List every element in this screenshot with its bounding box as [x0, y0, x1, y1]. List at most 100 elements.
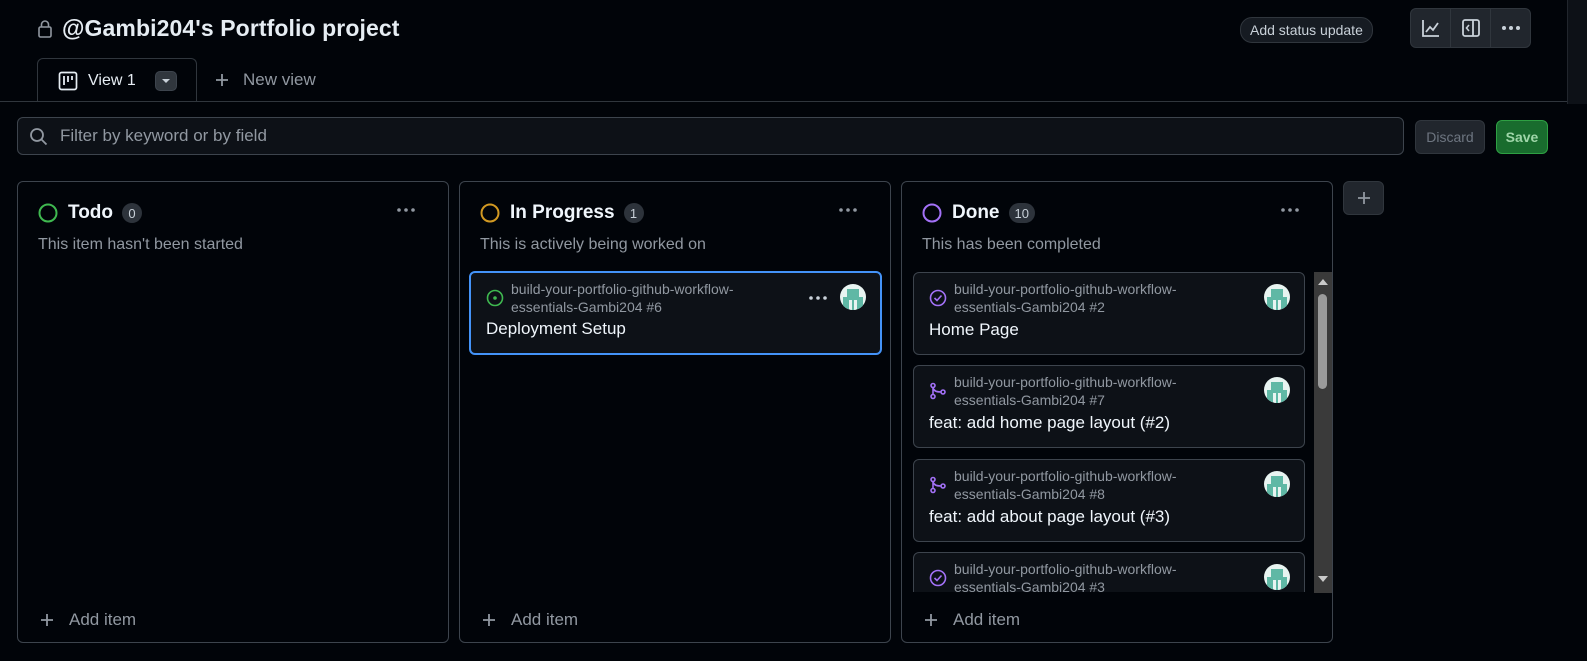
card-repo[interactable]: build-your-portfolio-github-workflow- es…: [954, 280, 1234, 316]
kebab-horizontal-icon: [809, 296, 827, 300]
avatar[interactable]: [840, 284, 866, 310]
plus-icon: [214, 72, 230, 88]
card-item[interactable]: build-your-portfolio-github-workflow- es…: [913, 272, 1305, 355]
kebab-horizontal-icon: [839, 208, 857, 212]
project-header: @Gambi204's Portfolio project Add status…: [0, 0, 1587, 104]
filter-bar[interactable]: [17, 117, 1404, 155]
scroll-up-arrow-icon[interactable]: [1317, 278, 1329, 286]
column-count: 1: [623, 203, 644, 223]
card-repo-line: build-your-portfolio-github-workflow-: [954, 374, 1177, 390]
card-repo-line: essentials-Gambi204 #7: [954, 392, 1105, 408]
column-header: Done 10: [922, 202, 1035, 224]
filter-input[interactable]: [58, 125, 1262, 147]
card-title[interactable]: feat: add about page layout (#3): [929, 507, 1170, 527]
column-menu-button[interactable]: [1280, 207, 1300, 213]
card-repo-line: build-your-portfolio-github-workflow-: [954, 281, 1177, 297]
column-description: This has been completed: [922, 236, 1101, 253]
column-name: Todo: [68, 202, 114, 223]
card-repo[interactable]: build-your-portfolio-github-workflow- es…: [954, 467, 1234, 503]
column-in-progress: In Progress 1 This is actively being wor…: [459, 181, 891, 643]
avatar[interactable]: [1264, 564, 1290, 590]
card-repo-line: essentials-Gambi204 #6: [511, 299, 662, 315]
column-description: This item hasn't been started: [38, 236, 243, 253]
status-circle-icon: [922, 203, 942, 223]
plus-icon: [39, 612, 55, 628]
column-description: This is actively being worked on: [480, 236, 706, 253]
graph-icon: [1421, 18, 1441, 38]
tabs-divider: [0, 101, 1567, 102]
card-item[interactable]: build-your-portfolio-github-workflow- es…: [913, 459, 1305, 542]
column-count: 0: [122, 203, 143, 223]
avatar[interactable]: [1264, 377, 1290, 403]
card-title[interactable]: Home Page: [929, 320, 1019, 340]
kebab-horizontal-icon: [1501, 25, 1521, 31]
avatar[interactable]: [1264, 471, 1290, 497]
project-title-row: @Gambi204's Portfolio project: [37, 15, 400, 42]
card-repo-line: build-your-portfolio-github-workflow-: [954, 561, 1177, 577]
card-menu-button[interactable]: [808, 295, 828, 301]
card-title[interactable]: feat: add home page layout (#2): [929, 413, 1170, 433]
save-button[interactable]: Save: [1496, 120, 1548, 154]
column-header: Todo 0: [38, 202, 143, 224]
add-item-button[interactable]: Add item: [39, 610, 136, 630]
card-repo[interactable]: build-your-portfolio-github-workflow- es…: [511, 280, 791, 316]
column-header: In Progress 1: [480, 202, 644, 224]
new-view-label: New view: [243, 70, 316, 89]
tab-label: View 1: [88, 71, 136, 89]
done-scrollbar[interactable]: [1314, 272, 1332, 593]
add-item-label: Add item: [69, 610, 137, 629]
add-item-label: Add item: [953, 610, 1021, 629]
issue-closed-icon: [929, 289, 947, 307]
add-item-button[interactable]: Add item: [923, 610, 1020, 630]
discard-button[interactable]: Discard: [1415, 120, 1485, 154]
column-menu-button[interactable]: [396, 207, 416, 213]
kebab-horizontal-icon: [397, 208, 415, 212]
tab-view-1[interactable]: View 1: [37, 58, 197, 102]
add-column-button[interactable]: [1343, 181, 1384, 215]
column-count: 10: [1008, 203, 1035, 223]
plus-icon: [923, 612, 939, 628]
project-title: @Gambi204's Portfolio project: [62, 15, 400, 41]
add-item-button[interactable]: Add item: [481, 610, 578, 630]
issue-closed-icon: [929, 569, 947, 587]
card-item[interactable]: build-your-portfolio-github-workflow- es…: [469, 271, 882, 355]
column-menu-button[interactable]: [838, 207, 858, 213]
status-circle-icon: [38, 203, 58, 223]
plus-icon: [1356, 190, 1372, 206]
card-item[interactable]: build-your-portfolio-github-workflow- es…: [913, 365, 1305, 448]
card-item[interactable]: build-your-portfolio-github-workflow- es…: [913, 552, 1305, 592]
avatar[interactable]: [1264, 284, 1290, 310]
column-name: Done: [952, 202, 1000, 223]
kebab-horizontal-icon: [1281, 208, 1299, 212]
card-repo-line: essentials-Gambi204 #2: [954, 299, 1105, 315]
insights-button[interactable]: [1411, 9, 1451, 47]
card-title[interactable]: Deployment Setup: [486, 319, 626, 339]
project-actions-group: [1410, 8, 1531, 48]
column-name: In Progress: [510, 202, 615, 223]
project-more-button[interactable]: [1491, 9, 1530, 47]
pull-request-merged-icon: [929, 476, 947, 494]
project-board-icon: [58, 71, 78, 91]
card-repo-line: build-your-portfolio-github-workflow-: [954, 468, 1177, 484]
lock-icon: [37, 19, 53, 39]
add-status-update-button[interactable]: Add status update: [1240, 17, 1373, 43]
page-scroll-edge: [1567, 0, 1587, 104]
issue-open-icon: [486, 289, 504, 307]
card-repo[interactable]: build-your-portfolio-github-workflow- es…: [954, 373, 1234, 409]
card-repo-line: essentials-Gambi204 #8: [954, 486, 1105, 502]
card-repo-line: build-your-portfolio-github-workflow-: [511, 281, 734, 297]
column-done: Done 10 This has been completed build-yo…: [901, 181, 1333, 643]
pull-request-merged-icon: [929, 382, 947, 400]
new-view-button[interactable]: New view: [214, 70, 316, 90]
triangle-down-icon: [161, 78, 170, 83]
sidebar-expand-icon: [1461, 18, 1481, 38]
column-todo: Todo 0 This item hasn't been started Add…: [17, 181, 449, 643]
side-panel-button[interactable]: [1451, 9, 1491, 47]
view-options-button[interactable]: [154, 70, 177, 91]
plus-icon: [481, 612, 497, 628]
card-repo-line: essentials-Gambi204 #3: [954, 579, 1105, 592]
done-card-list[interactable]: build-your-portfolio-github-workflow- es…: [911, 272, 1315, 592]
scroll-down-arrow-icon[interactable]: [1317, 575, 1329, 583]
scroll-thumb[interactable]: [1318, 294, 1327, 389]
card-repo[interactable]: build-your-portfolio-github-workflow- es…: [954, 560, 1234, 592]
